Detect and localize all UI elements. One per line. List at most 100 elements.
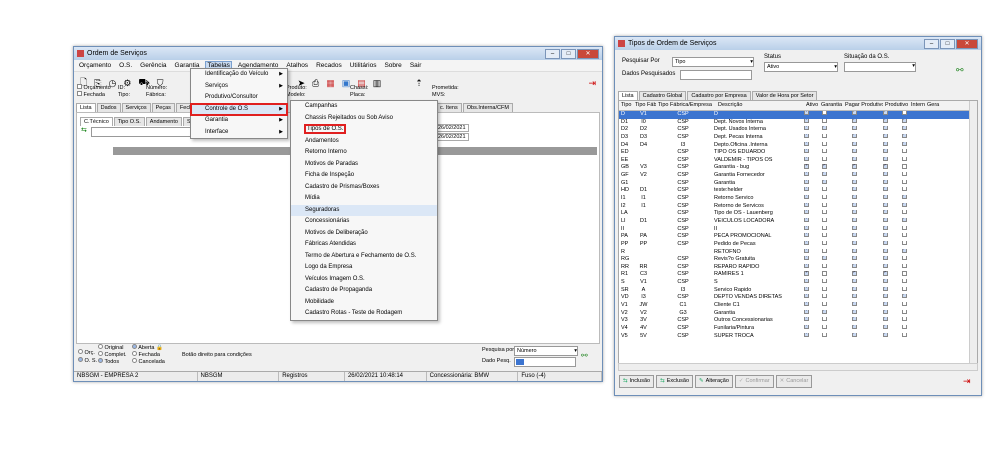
checkbox[interactable]: ✓ [804, 172, 809, 177]
checkbox[interactable]: ✓ [804, 324, 809, 329]
checkbox[interactable]: ✓ [804, 279, 809, 284]
menu-9[interactable]: Sobre [383, 62, 402, 69]
table-row[interactable]: D2 D2 CSP Dept. Usados Interna ✓ ✓ ✓ ✓ ✓ [619, 126, 977, 134]
submenu-item[interactable]: Mídia [291, 193, 437, 205]
binoculars-icon[interactable]: ⚯ [956, 65, 964, 76]
checkbox[interactable]: ✓ [851, 149, 857, 154]
submenu-item[interactable]: Retorno Interno [291, 147, 437, 159]
tabelas-menu-item[interactable]: Serviços ▶ [191, 81, 287, 93]
checkbox[interactable]: ✓ [882, 332, 888, 337]
checkbox[interactable]: ✓ [804, 111, 809, 116]
checkbox[interactable] [821, 263, 827, 268]
table-row[interactable]: LI D1 CSP VEICULOS LOCADORA ✓ ✓ ✓ ✓ [619, 217, 977, 226]
tabelas-menu-item[interactable]: Interface ▶ [191, 127, 287, 139]
checkbox[interactable]: ✓ [851, 324, 857, 329]
checkbox[interactable] [901, 302, 907, 307]
checkbox[interactable]: ✓ [851, 172, 857, 177]
checkbox[interactable] [821, 118, 827, 123]
submenu-item[interactable]: Motivos de Paradas [291, 159, 437, 171]
checkbox[interactable]: ✓ [851, 317, 857, 322]
checkbox[interactable] [821, 286, 827, 291]
checkbox[interactable] [901, 111, 907, 116]
checkbox[interactable] [821, 156, 827, 161]
checkbox[interactable]: ✓ [851, 279, 857, 284]
table-row[interactable]: RG CSP Revis?o Gratuita ✓ ✓ ✓ ✓ [619, 256, 977, 264]
table-row[interactable]: V1 JW C1 Cliente C1 ✓ ✓ ✓ [619, 302, 977, 310]
checkbox[interactable]: ✓ [821, 164, 827, 169]
subtab-2[interactable]: Andamento [145, 117, 182, 126]
checkbox[interactable]: ✓ [804, 156, 809, 161]
table-row[interactable]: LA CSP Tipo de OS - Lauenberg ✓ ✓ ✓ [619, 210, 977, 218]
vertical-scrollbar[interactable] [969, 101, 977, 363]
table-row[interactable]: D4 D4 I3 Depto.Oficina .Interna ✓ ✓ ✓ ✓ [619, 141, 977, 150]
tab-0[interactable]: Lista [76, 103, 96, 112]
checkbox[interactable] [901, 271, 907, 276]
checkbox[interactable]: ✓ [804, 294, 809, 299]
checkbox[interactable]: ✓ [882, 256, 888, 261]
submenu-item[interactable]: Fábricas Atendidas [291, 239, 437, 251]
checkbox[interactable]: ✓ [882, 279, 888, 284]
column-header[interactable]: Gera [925, 101, 943, 110]
checkbox[interactable]: ✓ [804, 256, 809, 261]
table-row[interactable]: RR RR CSP REPARO RAPIDO ✓ ✓ ✓ [619, 263, 977, 272]
checkbox[interactable]: ✓ [851, 271, 857, 276]
submenu-item[interactable]: Andamentos [291, 136, 437, 148]
checkbox[interactable] [901, 187, 907, 192]
column-header[interactable]: Pagar Produtivo [843, 101, 883, 110]
checkbox[interactable] [821, 141, 827, 146]
checkbox[interactable] [901, 164, 907, 169]
checkbox[interactable]: ✓ [901, 126, 907, 131]
date-to[interactable]: 26/02/2021 [435, 133, 469, 141]
checkbox[interactable] [901, 256, 907, 261]
checkbox[interactable]: ✓ [901, 202, 907, 207]
checkbox[interactable] [901, 233, 907, 238]
table-row[interactable]: G1 CSP Garantia ✓ ✓ ✓ ✓ [619, 179, 977, 188]
checkbox[interactable] [821, 210, 827, 215]
alteracao-button[interactable]: ✎ Alteração [695, 375, 733, 388]
checkbox[interactable] [901, 149, 907, 154]
checkbox[interactable]: ✓ [804, 179, 809, 184]
checkbox[interactable]: ✓ [804, 302, 809, 307]
orc-radio[interactable] [78, 349, 83, 355]
table-row[interactable]: EE CSP VALDEMIR - TIPOS OS ✓ ✓ ✓ [619, 156, 977, 165]
checkbox[interactable]: ✓ [804, 225, 809, 230]
checkbox[interactable] [901, 210, 907, 215]
table-row[interactable]: V3 3V CSP Outros Concessionarias ✓ ✓ ✓ [619, 317, 977, 325]
dado-pesq-input[interactable] [514, 357, 576, 367]
tabelas-menu-item[interactable]: Produtivo/Consultor [191, 92, 287, 104]
checkbox[interactable]: ✓ [882, 187, 888, 192]
fechada-checkbox[interactable] [77, 91, 82, 97]
checkbox[interactable]: ✓ [851, 263, 857, 268]
checkbox[interactable]: ✓ [882, 179, 888, 184]
submenu-item[interactable]: Campanhas [291, 101, 437, 113]
submenu-item[interactable]: Seguradoras [291, 204, 437, 216]
tabelas-menu-item[interactable]: Identificação do Veículo ▶ [191, 69, 287, 81]
checkbox[interactable] [901, 263, 907, 268]
horizontal-scrollbar[interactable] [618, 363, 978, 371]
checkbox[interactable]: ✓ [821, 126, 827, 131]
minimize-button[interactable]: – [545, 49, 560, 59]
checkbox[interactable]: ✓ [851, 202, 857, 207]
submenu-item[interactable]: Termo de Abertura e Fechamento de O.S. [291, 251, 437, 263]
checkbox[interactable]: ✓ [851, 256, 857, 261]
column-header[interactable]: Garantia [819, 101, 843, 110]
checkbox[interactable]: ✓ [804, 248, 809, 253]
checkbox[interactable]: ✓ [882, 309, 888, 314]
checkbox[interactable] [821, 324, 827, 329]
completo-radio[interactable] [98, 351, 103, 357]
checkbox[interactable]: ✓ [851, 133, 857, 138]
menu-1[interactable]: O.S. [118, 62, 133, 69]
table-row[interactable]: VD I3 CSP DEPTO VENDAS DIRETAS ✓ ✓ ✓ ✓ [619, 294, 977, 302]
checkbox[interactable] [901, 324, 907, 329]
submenu-item[interactable]: Concessionárias [291, 216, 437, 228]
checkbox[interactable]: ✓ [901, 248, 907, 253]
table-row[interactable]: V4 4V CSP Funilaria/Pintura ✓ ✓ ✓ [619, 324, 977, 333]
checkbox[interactable]: ✓ [882, 317, 888, 322]
checkbox[interactable] [821, 317, 827, 322]
close-button[interactable]: ✕ [577, 49, 599, 59]
checkbox[interactable]: ✓ [901, 118, 907, 123]
filter-input[interactable] [91, 127, 193, 137]
checkbox[interactable]: ✓ [882, 195, 888, 200]
checkbox[interactable] [901, 332, 907, 337]
submenu-item[interactable]: Ficha de Inspeção [291, 170, 437, 182]
